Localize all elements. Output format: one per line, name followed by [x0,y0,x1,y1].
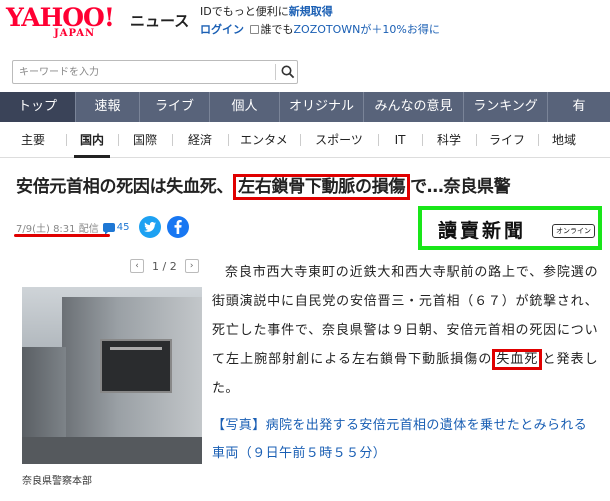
prev-image-button[interactable]: ‹ [130,259,144,273]
title-highlight: 左右鎖骨下動脈の損傷 [233,174,411,200]
main-nav: トップ 速報 ライブ 個人 オリジナル みんなの意見 ランキング 有 [0,92,610,122]
mainnav-item-breaking[interactable]: 速報 [76,92,140,122]
article-photo[interactable] [22,287,202,464]
search-box [12,60,298,84]
photo-caption: 奈良県警察本部 [22,476,92,487]
logo-subtext: JAPAN [54,28,96,39]
subnav-item-it[interactable]: IT [378,122,422,158]
next-image-button[interactable]: › [184,259,199,273]
twitter-icon [144,222,157,232]
mainnav-item-original[interactable]: オリジナル [280,92,364,122]
mainnav-item-opinions[interactable]: みんなの意見 [364,92,464,122]
logo-news-text[interactable]: ニュース [130,10,189,31]
zozo-promo-c[interactable]: が＋10%お得に [360,23,439,36]
lock-icon [249,25,259,34]
subnav-item-local[interactable]: 地域 [538,122,590,158]
category-nav: 主要 国内 国際 経済 エンタメ スポーツ IT 科学 ライフ 地域 [0,122,610,158]
zozo-promo-a: 誰でも [260,23,294,36]
article-body: 奈良市西大寺東町の近鉄大和西大寺駅前の路上で、参院選の街頭演説中に自民党の安倍晋… [212,258,598,403]
search-button[interactable] [277,61,299,83]
subnav-item-world[interactable]: 国際 [118,122,172,158]
photo-nameplate [100,339,172,393]
source-logo[interactable]: 讀賣新聞 オンライン [418,206,602,250]
search-icon [281,65,295,79]
online-badge: オンライン [552,224,595,238]
search-divider [275,64,276,80]
body-highlight: 失血死 [492,349,543,370]
photo-ground [22,437,202,464]
subnav-item-entertainment[interactable]: エンタメ [228,122,300,158]
article-title: 安倍元首相の死因は失血死、 左右鎖骨下動脈の損傷 で…奈良県警 [16,172,606,202]
promo-text: IDでもっと便利に [200,5,289,18]
promo-area: IDでもっと便利に新規取得 ログイン 誰でもZOZOTOWNが＋10%お得に [200,3,440,39]
mainnav-item-individual[interactable]: 個人 [210,92,280,122]
subnav-item-economy[interactable]: 経済 [172,122,228,158]
twitter-share-button[interactable] [139,216,162,238]
source-name: 讀賣新聞 [438,220,527,242]
site-header: YAHOO! JAPAN ニュース IDでもっと便利に新規取得 ログイン 誰でも… [0,0,610,52]
login-link[interactable]: ログイン [200,23,244,36]
facebook-icon [174,220,183,234]
subnav-item-science[interactable]: 科学 [422,122,476,158]
subnav-item-domestic[interactable]: 国内 [66,122,118,158]
publish-date: 7/9(土) 8:31 配信 [16,223,99,235]
annotation-underline [14,234,110,237]
mainnav-item-ranking[interactable]: ランキング [464,92,548,122]
mainnav-item-paid[interactable]: 有 [548,92,610,122]
subnav-item-sports[interactable]: スポーツ [300,122,378,158]
mainnav-item-live[interactable]: ライブ [140,92,210,122]
register-link[interactable]: 新規取得 [289,5,333,18]
yahoo-japan-logo[interactable]: YAHOO! JAPAN [6,4,126,44]
title-part-a: 安倍元首相の死因は失血死、 [16,177,234,197]
comment-count[interactable]: 45 [117,222,130,233]
comment-icon[interactable] [102,222,115,235]
mainnav-item-top[interactable]: トップ [0,92,76,122]
facebook-share-button[interactable] [167,216,190,238]
zozo-promo-link[interactable]: ZOZOTOWN [294,23,361,36]
image-pager: ‹ 1 / 2 › [130,259,199,273]
title-part-b: で…奈良県警 [410,177,511,197]
related-photo-link[interactable]: 【写真】病院を出発する安倍元首相の遺体を乗せたとみられる車両（９日午前５時５５分… [212,412,598,468]
subnav-item-life[interactable]: ライフ [476,122,538,158]
subnav-item-main[interactable]: 主要 [0,122,66,158]
search-input[interactable] [13,61,271,83]
pager-text: 1 / 2 [152,259,177,273]
